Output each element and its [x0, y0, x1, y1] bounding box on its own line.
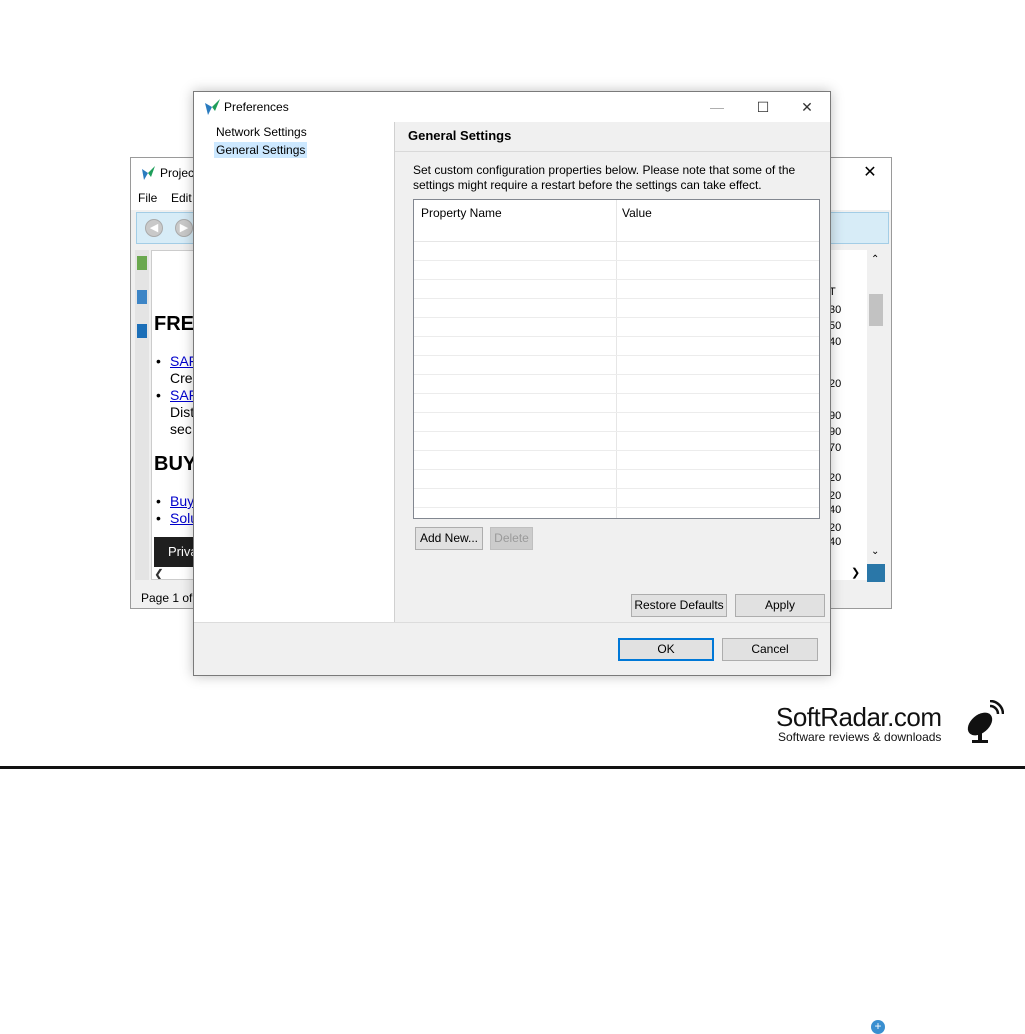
doc-heading-2: BUY [154, 453, 197, 475]
menu-file[interactable]: File [138, 191, 157, 205]
scroll-up-icon[interactable]: ⌃ [871, 254, 879, 265]
bg-side-toolstrip [135, 250, 149, 580]
table-row[interactable] [414, 451, 819, 470]
menu-edit[interactable]: Edit [171, 191, 192, 205]
table-row[interactable] [414, 432, 819, 451]
attachment-icon[interactable] [137, 324, 147, 338]
table-row[interactable] [414, 489, 819, 508]
doc-text-3: sec [170, 421, 192, 437]
table-row[interactable] [414, 299, 819, 318]
zoom-in-icon[interactable]: + [871, 1020, 885, 1034]
app-icon [142, 166, 155, 180]
bookmark-icon[interactable] [137, 256, 147, 270]
table-row[interactable] [414, 470, 819, 489]
scroll-right-icon[interactable]: ❯ [851, 566, 860, 579]
bg-close-button[interactable]: ✕ [855, 162, 885, 184]
table-row[interactable] [414, 394, 819, 413]
page-indicator: Page 1 of [141, 591, 193, 605]
ok-button[interactable]: OK [618, 638, 714, 661]
apply-button[interactable]: Apply [735, 594, 825, 617]
add-new-button[interactable]: Add New... [415, 527, 483, 550]
column-header-property-name[interactable]: Property Name [421, 206, 502, 220]
tree-item-network-settings[interactable]: Network Settings [214, 124, 309, 140]
table-row[interactable] [414, 318, 819, 337]
doc-link-3[interactable]: Buy [170, 493, 194, 509]
bg-window-title: Projec [160, 166, 195, 180]
corner-block [867, 564, 885, 582]
panel-title: General Settings [408, 128, 512, 143]
bg-vertical-scrollbar[interactable]: ⌃ ⌄ [867, 250, 885, 580]
bg-right-panel: T 30 50 40 20 90 90 70 20 20 40 20 40 ❯ [829, 250, 871, 580]
doc-text-2: Dist [170, 404, 195, 420]
back-icon[interactable]: ◀ [145, 219, 163, 237]
panel-description: Set custom configuration properties belo… [413, 163, 796, 192]
table-row[interactable] [414, 242, 819, 261]
bullet: • [156, 493, 161, 509]
watermark-title: SoftRadar.com [776, 702, 942, 732]
settings-panel: General Settings Set custom configuratio… [395, 122, 830, 622]
dialog-footer: OK Cancel [194, 622, 830, 675]
scroll-down-icon[interactable]: ⌄ [871, 546, 879, 557]
scroll-thumb[interactable] [869, 294, 883, 326]
doc-heading-1: FRE [154, 313, 194, 335]
table-row[interactable] [414, 413, 819, 432]
cancel-button[interactable]: Cancel [722, 638, 818, 661]
forward-icon[interactable]: ▶ [175, 219, 193, 237]
bullet: • [156, 353, 161, 369]
table-row[interactable] [414, 337, 819, 356]
scroll-left-icon[interactable]: ❮ [154, 568, 194, 579]
preferences-dialog: Preferences — ☐ ✕ Network Settings Gener… [193, 91, 831, 676]
pages-icon[interactable] [137, 290, 147, 304]
column-header-value[interactable]: Value [622, 206, 652, 220]
bullet: • [156, 510, 161, 526]
satellite-dish-icon [967, 700, 1004, 743]
table-row[interactable] [414, 375, 819, 394]
panel-header: General Settings [395, 122, 830, 152]
tree-item-general-settings[interactable]: General Settings [214, 142, 308, 158]
table-row[interactable] [414, 280, 819, 299]
app-icon [205, 99, 220, 115]
delete-button[interactable]: Delete [490, 527, 533, 550]
dialog-title: Preferences [224, 100, 289, 114]
watermark-subtitle: Software reviews & downloads [778, 730, 942, 744]
properties-table[interactable]: Property Name Value [413, 199, 820, 519]
doc-text-1: Cre [170, 370, 193, 386]
bullet: • [156, 387, 161, 403]
table-row[interactable] [414, 356, 819, 375]
table-row[interactable] [414, 261, 819, 280]
close-button[interactable]: ✕ [784, 92, 830, 122]
restore-defaults-button[interactable]: Restore Defaults [631, 594, 727, 617]
maximize-button[interactable]: ☐ [740, 92, 786, 122]
settings-tree: Network Settings General Settings [194, 122, 394, 622]
minimize-button[interactable]: — [694, 92, 740, 122]
